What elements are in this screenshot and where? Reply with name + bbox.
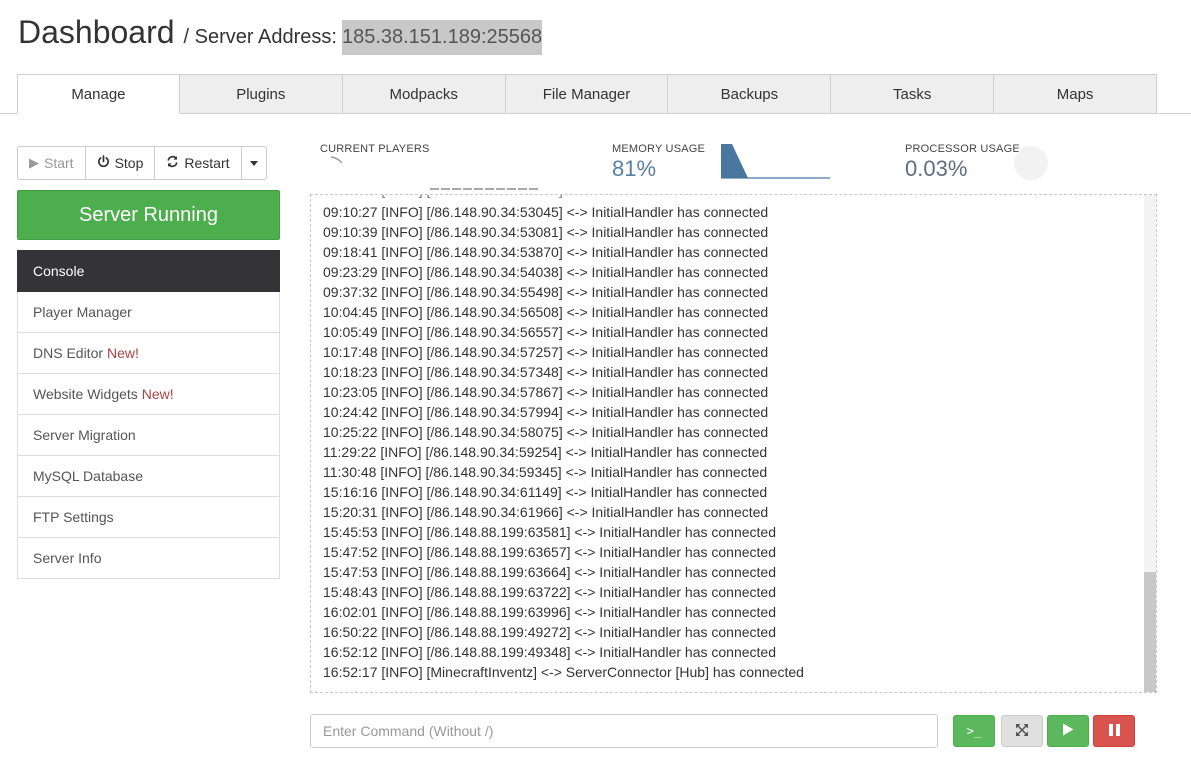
console-line: 10:24:42 [INFO] [/86.148.90.34:57994] <-… [323,404,769,420]
memory-usage-label: Memory Usage [612,143,706,155]
restart-label: Restart [184,155,230,171]
play-icon: ▶ [29,155,39,170]
console-line: 11:29:22 [INFO] [/86.148.90.34:59254] <-… [323,444,768,460]
console-line: 09:37:32 [INFO] [/86.148.90.34:55498] <-… [323,284,769,300]
tab-maps[interactable]: Maps [994,74,1158,114]
stop-label: Stop [114,155,144,171]
sidebar-item-label: DNS Editor [33,345,104,361]
sidebar-item-server-migration[interactable]: Server Migration [17,415,280,456]
console-line: 09:10:27 [INFO] [/86.148.90.34:53045] <-… [323,204,769,220]
refresh-icon [166,155,179,171]
sidebar-item-label: Website Widgets [33,386,138,402]
tab-modpacks[interactable]: Modpacks [342,74,506,114]
page-title: Dashboard [18,14,175,50]
sidebar-menu: Console Player Manager DNS Editor New! W… [17,250,280,579]
sidebar-item-server-info[interactable]: Server Info [17,538,280,579]
power-icon [97,155,110,171]
memory-usage-stat: Memory Usage 81% [612,143,830,182]
console-line: 16:50:22 [INFO] [/86.148.88.199:49272] <… [323,624,776,640]
players-sparkline [330,156,540,190]
restart-button[interactable]: Restart [154,146,242,180]
expand-icon [1016,723,1028,739]
page-header: Dashboard / Server Address: 185.38.151.1… [18,14,543,56]
console-line: 10:18:23 [INFO] [/86.148.90.34:57348] <-… [323,364,769,380]
new-badge: New! [141,386,174,402]
console-line: 15:48:43 [INFO] [/86.148.88.199:63722] <… [323,584,776,600]
memory-usage-value: 81% [612,156,657,181]
processor-gauge [1014,146,1048,180]
console-line: 10:23:05 [INFO] [/86.148.90.34:57867] <-… [323,384,769,400]
console-line: 09:23:29 [INFO] [/86.148.90.34:54038] <-… [323,264,769,280]
sidebar-item-label: FTP Settings [33,509,114,525]
sidebar-item-website-widgets[interactable]: Website Widgets New! [17,374,280,415]
sidebar-item-ftp-settings[interactable]: FTP Settings [17,497,280,538]
command-input[interactable]: Enter Command (Without /) [310,714,938,748]
console-line-partial: 09:09:24 [INFO] [/86.148.90.34:52892] <-… [323,195,768,200]
main-tabs: Manage Plugins Modpacks File Manager Bac… [17,74,1158,114]
start-button[interactable]: ▶ Start [17,146,86,180]
sidebar-item-console[interactable]: Console [17,250,280,292]
console-line: 10:25:22 [INFO] [/86.148.90.34:58075] <-… [323,424,769,440]
sidebar-item-label: Player Manager [33,304,132,320]
stop-button[interactable]: Stop [84,146,156,180]
pause-button[interactable] [1093,715,1135,747]
server-status-banner: Server Running [17,190,280,240]
console-line: 10:04:45 [INFO] [/86.148.90.34:56508] <-… [323,304,769,320]
processor-usage-stat: Processor Usage 0.03% [905,143,1048,182]
current-players-label: Current Players [320,143,430,155]
memory-sparkline [721,144,830,179]
tab-plugins[interactable]: Plugins [179,74,343,114]
sidebar-item-player-manager[interactable]: Player Manager [17,292,280,333]
server-control-group: ▶ Start Stop Restart [17,146,267,180]
tab-backups[interactable]: Backups [668,74,832,114]
console-line: 15:20:31 [INFO] [/86.148.90.34:61966] <-… [323,504,769,520]
send-command-button[interactable]: >_ [953,715,995,747]
console-scrollbar[interactable] [1144,572,1156,692]
server-address[interactable]: 185.38.151.189:25568 [341,20,543,55]
console-line: 09:18:41 [INFO] [/86.148.90.34:53870] <-… [323,244,769,260]
play-button[interactable] [1047,715,1089,747]
console-line: 11:30:48 [INFO] [/86.148.90.34:59345] <-… [323,464,768,480]
sidebar-item-mysql-database[interactable]: MySQL Database [17,456,280,497]
sidebar-item-label: MySQL Database [33,468,143,484]
console-line: 16:02:01 [INFO] [/86.148.88.199:63996] <… [323,604,776,620]
pause-icon [1108,723,1120,739]
current-players-stat: Current Players [320,143,550,195]
new-badge: New! [107,345,139,361]
chevron-down-icon [249,160,258,166]
sidebar-item-label: Console [33,262,85,279]
sidebar-item-dns-editor[interactable]: DNS Editor New! [17,333,280,374]
console-line: 15:16:16 [INFO] [/86.148.90.34:61149] <-… [323,484,768,500]
tab-file-manager[interactable]: File Manager [505,74,669,114]
fullscreen-button[interactable] [1001,715,1043,747]
sidebar-item-label: Server Info [33,550,102,566]
console-line: 15:47:52 [INFO] [/86.148.88.199:63657] <… [323,544,776,560]
console-line: 16:52:12 [INFO] [/86.148.88.199:49348] <… [323,644,776,660]
console-line: 10:05:49 [INFO] [/86.148.90.34:56557] <-… [323,324,769,340]
console-line: 16:52:17 [INFO] [MinecraftInventz] <-> S… [323,664,804,680]
console-line: 15:45:53 [INFO] [/86.148.88.199:63581] <… [323,524,776,540]
processor-usage-label: Processor Usage [905,143,1020,155]
sidebar-item-label: Server Migration [33,427,136,443]
console-line: 09:10:39 [INFO] [/86.148.90.34:53081] <-… [323,224,769,240]
more-actions-dropdown[interactable] [240,146,267,180]
processor-usage-value: 0.03% [905,156,968,181]
console-line: 15:47:53 [INFO] [/86.148.88.199:63664] <… [323,564,776,580]
server-address-label: / Server Address: [183,26,337,48]
play-icon [1062,723,1074,739]
start-label: Start [44,155,74,171]
terminal-icon: >_ [966,724,982,738]
tab-manage[interactable]: Manage [17,74,180,114]
console-line: 10:17:48 [INFO] [/86.148.90.34:57257] <-… [323,344,769,360]
tab-tasks[interactable]: Tasks [831,74,995,114]
server-console[interactable]: 09:09:24 [INFO] [/86.148.90.34:52892] <-… [310,194,1157,693]
